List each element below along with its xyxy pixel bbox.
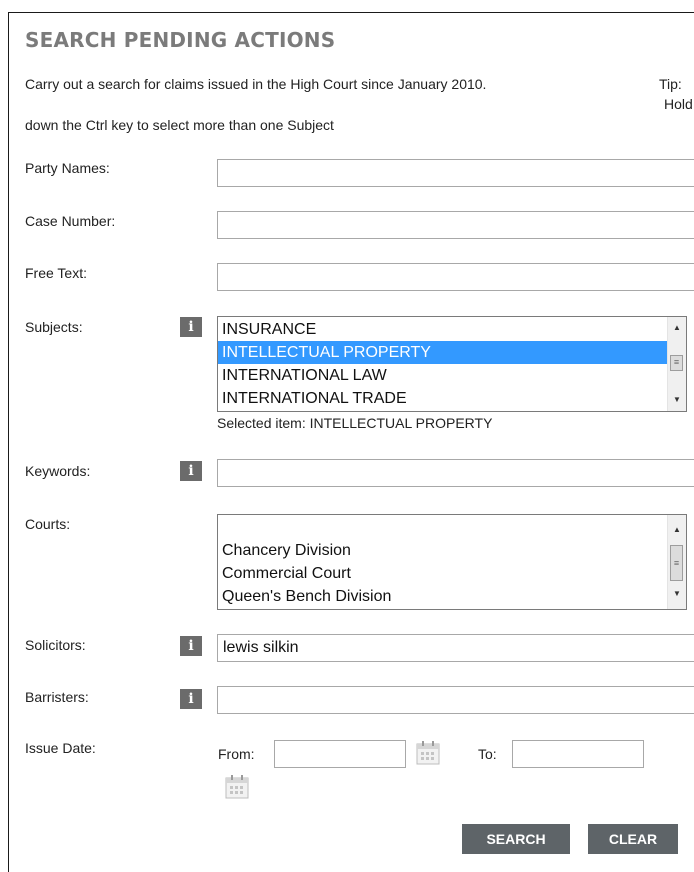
from-calendar-icon[interactable]	[415, 740, 441, 766]
court-option[interactable]: Chancery Division	[218, 539, 686, 562]
page-title: SEARCH PENDING ACTIONS	[25, 28, 336, 52]
barristers-input[interactable]	[217, 686, 694, 714]
search-button[interactable]: SEARCH	[462, 824, 570, 854]
to-label: To:	[478, 746, 497, 762]
subject-option[interactable]: INSURANCE	[218, 318, 686, 341]
to-calendar-icon[interactable]	[224, 774, 250, 800]
scroll-thumb[interactable]: ≡	[670, 355, 683, 371]
solicitors-label: Solicitors:	[25, 637, 86, 653]
free-text-input[interactable]	[217, 263, 694, 291]
solicitors-info-icon[interactable]: i	[180, 636, 202, 656]
subjects-info-icon[interactable]: i	[180, 317, 202, 337]
scroll-down-arrow-icon[interactable]: ▼	[668, 391, 686, 409]
from-label: From:	[218, 746, 255, 762]
scroll-down-arrow-icon[interactable]: ▼	[668, 585, 686, 603]
subjects-listbox[interactable]: INSURANCE INTELLECTUAL PROPERTY INTERNAT…	[217, 316, 687, 412]
keywords-input[interactable]	[217, 459, 694, 487]
intro-text: Carry out a search for claims issued in …	[25, 76, 487, 92]
keywords-label: Keywords:	[25, 463, 91, 479]
issue-date-label: Issue Date:	[25, 740, 96, 756]
court-option[interactable]: Queen's Bench Division	[218, 585, 686, 608]
scroll-up-arrow-icon[interactable]: ▲	[668, 521, 686, 539]
intro-hold: Hold	[664, 96, 693, 112]
scroll-up-arrow-icon[interactable]: ▲	[668, 319, 686, 337]
courts-scrollbar[interactable]: ▲ ≡ ▼	[667, 515, 686, 609]
barristers-label: Barristers:	[25, 689, 89, 705]
selected-item-text: Selected item: INTELLECTUAL PROPERTY	[217, 415, 493, 431]
subjects-label: Subjects:	[25, 319, 83, 335]
case-number-input[interactable]	[217, 211, 694, 239]
subjects-scrollbar[interactable]: ▲ ≡ ▼	[667, 317, 686, 411]
courts-label: Courts:	[25, 516, 71, 532]
clear-button[interactable]: CLEAR	[588, 824, 678, 854]
subject-option[interactable]: INTERNATIONAL LAW	[218, 364, 686, 387]
scroll-thumb[interactable]: ≡	[670, 545, 683, 581]
party-names-label: Party Names:	[25, 160, 110, 176]
subject-option-selected[interactable]: INTELLECTUAL PROPERTY	[218, 341, 686, 364]
barristers-info-icon[interactable]: i	[180, 689, 202, 709]
keywords-info-icon[interactable]: i	[180, 461, 202, 481]
court-option[interactable]: Commercial Court	[218, 562, 686, 585]
solicitors-input[interactable]	[217, 634, 694, 662]
intro-tip: Tip:	[659, 76, 682, 92]
to-date-input[interactable]	[512, 740, 644, 768]
case-number-label: Case Number:	[25, 213, 116, 229]
party-names-input[interactable]	[217, 159, 694, 187]
free-text-label: Free Text:	[25, 265, 87, 281]
court-option[interactable]	[218, 516, 686, 539]
intro-text-2: down the Ctrl key to select more than on…	[25, 117, 334, 133]
courts-listbox[interactable]: Chancery Division Commercial Court Queen…	[217, 514, 687, 610]
subject-option[interactable]: INTERNATIONAL TRADE	[218, 387, 686, 410]
from-date-input[interactable]	[274, 740, 406, 768]
